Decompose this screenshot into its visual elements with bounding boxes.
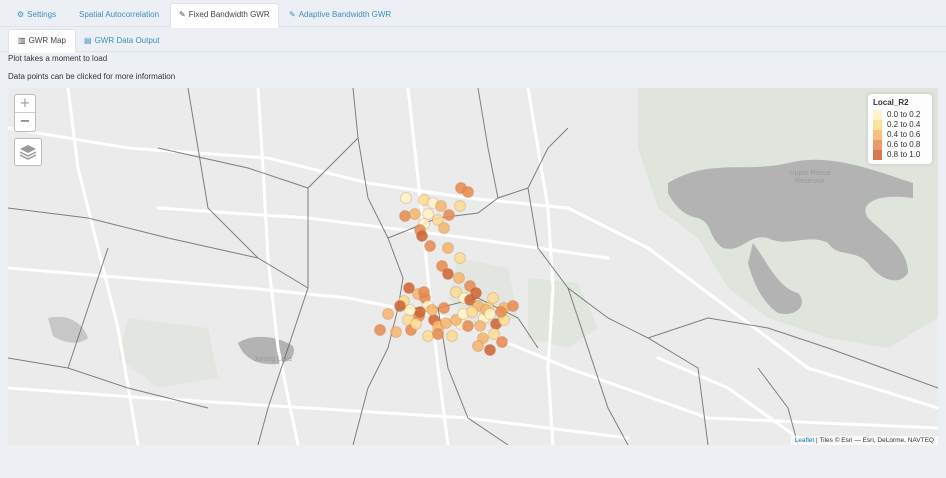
data-point[interactable] (400, 192, 412, 204)
tab-label: Spatial Autocorrelation (79, 10, 160, 19)
data-point[interactable] (496, 336, 508, 348)
tab-label: Settings (27, 10, 57, 19)
data-point[interactable] (382, 308, 394, 320)
map-legend: Local_R2 0.0 to 0.2 0.2 to 0.4 0.4 to 0.6 0… (868, 94, 932, 164)
tab-fixed-bandwidth-gwr[interactable]: ✎ Fixed Bandwidth GWR (170, 3, 279, 28)
data-point[interactable] (462, 186, 474, 198)
tab-gwr-map[interactable]: ▥ GWR Map (8, 29, 76, 53)
legend-label: 0.0 to 0.2 (887, 110, 921, 119)
tab-label: Fixed Bandwidth GWR (188, 10, 270, 19)
tab-label: GWR Data Output (94, 36, 160, 45)
data-point[interactable] (454, 200, 466, 212)
data-point[interactable] (466, 306, 478, 318)
gears-icon: ⚙ (17, 10, 25, 19)
main-tab-bar: ⚙ Settings Spatial Autocorrelation ✎ Fixed… (0, 0, 946, 28)
data-point[interactable] (390, 326, 402, 338)
data-point[interactable] (440, 317, 452, 329)
tab-adaptive-bandwidth-gwr[interactable]: ✎ Adaptive Bandwidth GWR (280, 3, 400, 27)
legend-row: 0.6 to 0.8 (873, 140, 927, 150)
data-point[interactable] (394, 300, 406, 312)
zoom-out-button[interactable]: − (15, 113, 35, 131)
file-icon: ▤ (84, 36, 92, 45)
data-point[interactable] (484, 344, 496, 356)
data-point[interactable] (446, 330, 458, 342)
tab-label: GWR Map (28, 36, 66, 45)
legend-label: 0.2 to 0.4 (887, 120, 921, 129)
legend-swatch (873, 130, 882, 140)
legend-label: 0.6 to 0.8 (887, 140, 921, 149)
wrench-icon: ✎ (179, 10, 186, 19)
data-point[interactable] (399, 210, 411, 222)
data-point[interactable] (438, 222, 450, 234)
click-hint-note: Data points can be clicked for more info… (8, 72, 176, 81)
label-jurong-lake: Jurong Lake (253, 356, 293, 363)
map-attribution: Leaflet | Tiles © Esri — Esri, DeLorme, … (790, 436, 938, 445)
data-point[interactable] (410, 318, 422, 330)
legend-swatch (873, 140, 882, 150)
data-point[interactable] (487, 292, 499, 304)
data-point[interactable] (422, 330, 434, 342)
data-point[interactable] (374, 324, 386, 336)
tab-gwr-data-output[interactable]: ▤ GWR Data Output (74, 29, 169, 52)
data-point[interactable] (484, 308, 496, 320)
legend-swatch (873, 110, 882, 120)
label-upper-peirce-reservoir: Upper Peirce Reservoir (789, 170, 831, 185)
data-point[interactable] (432, 328, 444, 340)
loading-note: Plot takes a moment to load (8, 54, 108, 63)
data-point[interactable] (474, 320, 486, 332)
data-point[interactable] (414, 306, 426, 318)
data-point[interactable] (422, 208, 434, 220)
leaflet-link[interactable]: Leaflet (795, 437, 815, 444)
legend-title: Local_R2 (873, 98, 909, 107)
data-point[interactable] (426, 304, 438, 316)
legend-row: 0.4 to 0.6 (873, 130, 927, 140)
data-point[interactable] (418, 286, 430, 298)
sub-tab-bar: ▥ GWR Map ▤ GWR Data Output (0, 27, 946, 53)
data-point[interactable] (495, 306, 507, 318)
legend-label: 0.4 to 0.6 (887, 130, 921, 139)
data-point[interactable] (443, 209, 455, 221)
data-point[interactable] (472, 340, 484, 352)
data-point[interactable] (404, 304, 416, 316)
data-point[interactable] (442, 242, 454, 254)
data-point[interactable] (438, 302, 450, 314)
zoom-control: + − (14, 94, 36, 132)
data-point[interactable] (435, 200, 447, 212)
tab-settings[interactable]: ⚙ Settings (8, 3, 65, 27)
data-point[interactable] (462, 320, 474, 332)
legend-row: 0.8 to 1.0 (873, 150, 927, 160)
data-point[interactable] (507, 300, 519, 312)
map-icon: ▥ (18, 36, 26, 45)
data-point[interactable] (454, 252, 466, 264)
gwr-map[interactable]: Upper Peirce Reservoir Jurong Lake + − L… (8, 88, 938, 445)
legend-swatch (873, 150, 882, 160)
data-point[interactable] (409, 208, 421, 220)
layers-control-button[interactable] (14, 138, 42, 166)
data-point[interactable] (442, 268, 454, 280)
legend-swatch (873, 120, 882, 130)
legend-row: 0.2 to 0.4 (873, 120, 927, 130)
legend-label: 0.8 to 1.0 (887, 150, 921, 159)
tiles-credit: | Tiles © Esri — Esri, DeLorme, NAVTEQ (814, 437, 934, 444)
wrench-icon: ✎ (289, 10, 296, 19)
layers-icon (19, 145, 37, 160)
zoom-in-button[interactable]: + (15, 95, 35, 113)
gwr-points-layer[interactable] (8, 88, 938, 445)
legend-row: 0.0 to 0.2 (873, 110, 927, 120)
tab-label: Adaptive Bandwidth GWR (298, 10, 392, 19)
data-point[interactable] (416, 230, 428, 242)
data-point[interactable] (424, 240, 436, 252)
data-point[interactable] (470, 287, 482, 299)
data-point[interactable] (453, 272, 465, 284)
tab-spatial-autocorrelation[interactable]: Spatial Autocorrelation (70, 3, 168, 27)
